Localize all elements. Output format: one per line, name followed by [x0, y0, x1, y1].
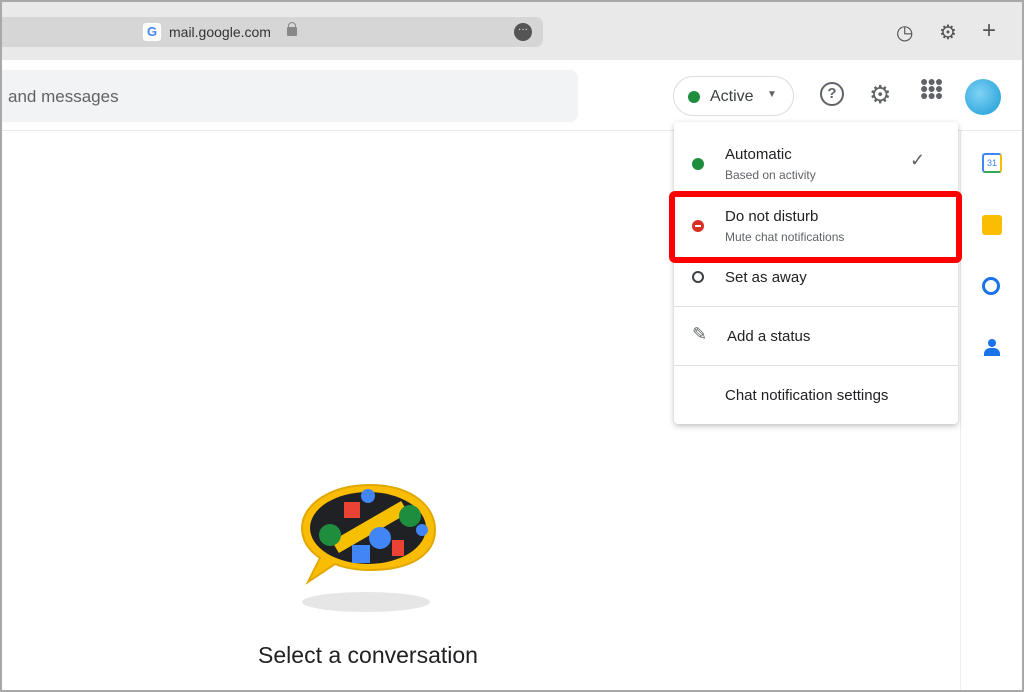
divider: [674, 365, 958, 366]
caret-down-icon: ▼: [767, 89, 777, 100]
avatar[interactable]: [965, 79, 1001, 115]
item-subtitle: Based on activity: [725, 168, 816, 182]
item-title: Add a status: [727, 328, 811, 345]
history-icon[interactable]: ◷: [896, 20, 913, 45]
menu-item-notification-settings[interactable]: Chat notification settings: [674, 377, 958, 413]
browser-toolbar: G mail.google.com ··· ◷ ⚙ +: [0, 0, 1024, 60]
address-bar[interactable]: [0, 17, 543, 47]
side-panel: 31: [960, 131, 1024, 692]
check-icon: ✓: [910, 150, 926, 170]
away-circle-icon: [692, 271, 704, 283]
keep-icon[interactable]: [982, 215, 1002, 235]
status-button[interactable]: Active ▼: [673, 76, 794, 116]
calendar-day: 31: [986, 158, 997, 168]
calendar-icon[interactable]: 31: [982, 153, 1002, 173]
lock-icon: [287, 22, 297, 36]
item-title: Set as away: [725, 269, 807, 286]
status-label: Active: [710, 88, 754, 105]
status-menu: Automatic Based on activity ✓ Do not dis…: [674, 122, 958, 424]
chat-illustration: [300, 483, 437, 612]
item-title: Automatic: [725, 146, 792, 163]
search-placeholder: and messages: [8, 87, 119, 106]
search-input[interactable]: and messages: [0, 70, 578, 122]
settings-icon[interactable]: ⚙: [869, 80, 891, 110]
google-favicon-icon: G: [143, 23, 161, 41]
url-text[interactable]: mail.google.com: [169, 24, 271, 40]
menu-item-set-as-away[interactable]: Set as away: [674, 262, 958, 302]
status-dot-icon: [688, 91, 700, 103]
settings-icon[interactable]: ⚙: [939, 20, 957, 45]
apps-icon[interactable]: ●●● ●●● ●●●: [920, 74, 943, 102]
divider: [674, 306, 958, 307]
menu-item-add-status[interactable]: ✎ Add a status: [674, 318, 958, 354]
highlight-box: [669, 191, 962, 263]
app-header: and messages Active ▼ ? ⚙ ●●● ●●● ●●●: [0, 60, 1024, 131]
tasks-icon[interactable]: [982, 277, 1000, 295]
item-title: Chat notification settings: [725, 387, 889, 404]
green-dot-icon: [692, 158, 704, 170]
pencil-icon: ✎: [692, 324, 708, 344]
contacts-icon[interactable]: [984, 339, 1000, 359]
empty-state-text: Select a conversation: [258, 642, 478, 668]
more-icon[interactable]: ···: [514, 23, 532, 41]
help-icon[interactable]: ?: [820, 82, 844, 106]
plus-icon[interactable]: +: [982, 17, 996, 45]
menu-item-automatic[interactable]: Automatic Based on activity ✓: [674, 140, 958, 190]
